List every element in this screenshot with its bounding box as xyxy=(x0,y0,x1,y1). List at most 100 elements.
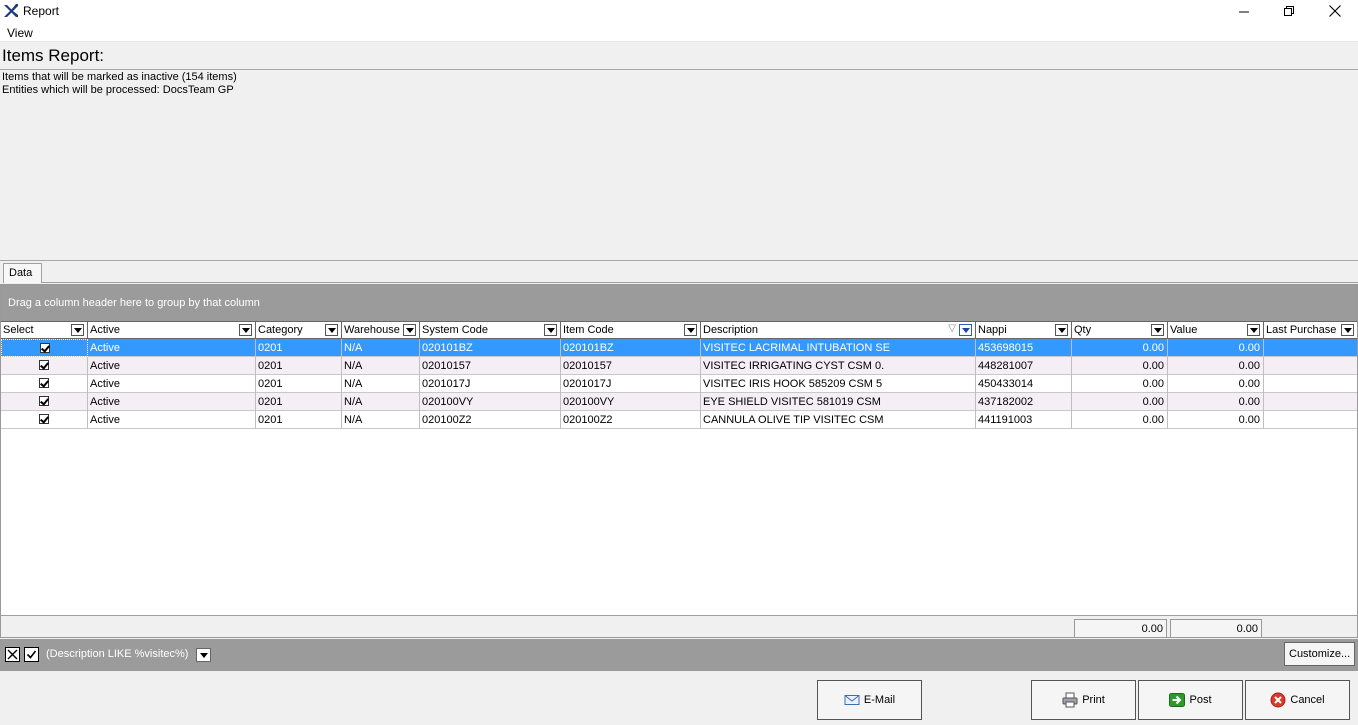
cancel-button-label: Cancel xyxy=(1290,694,1325,706)
table-row[interactable]: Active 0201 N/A 02010157 02010157 VISITE… xyxy=(1,357,1357,375)
column-header-category[interactable]: Category xyxy=(256,322,342,338)
cell-value: 0.00 xyxy=(1168,393,1264,411)
cell-nappi: 453698015 xyxy=(976,339,1072,357)
filter-dropdown-icon[interactable] xyxy=(1247,324,1260,336)
select-checkbox[interactable] xyxy=(1,411,88,429)
filter-expression[interactable]: (Description LIKE %visitec%) xyxy=(46,648,188,660)
cell-value: 0.00 xyxy=(1168,411,1264,429)
title-bar: Report xyxy=(0,0,1358,24)
filter-dropdown-icon[interactable] xyxy=(239,324,252,336)
window-title: Report xyxy=(23,4,60,18)
qty-total: 0.00 xyxy=(1074,619,1167,638)
restore-icon xyxy=(1283,5,1294,16)
select-checkbox[interactable] xyxy=(1,339,88,357)
report-title: Items Report: xyxy=(2,46,105,65)
cell-item-code: 0201017J xyxy=(561,375,701,393)
filter-bar: (Description LIKE %visitec%) Customize..… xyxy=(0,639,1358,671)
checkbox-checked-icon[interactable] xyxy=(39,396,49,406)
column-header-item-code[interactable]: Item Code xyxy=(561,322,701,338)
cell-system-code: 020101BZ xyxy=(420,339,561,357)
checkbox-checked-icon[interactable] xyxy=(39,414,49,424)
cell-qty: 0.00 xyxy=(1072,393,1168,411)
cell-warehouse: N/A xyxy=(342,357,420,375)
filter-dropdown-icon[interactable] xyxy=(1055,324,1068,336)
select-checkbox[interactable] xyxy=(1,393,88,411)
cell-qty: 0.00 xyxy=(1072,339,1168,357)
column-header-system-code[interactable]: System Code xyxy=(420,322,561,338)
filter-dropdown-icon[interactable] xyxy=(325,324,338,336)
cancel-button[interactable]: Cancel xyxy=(1245,680,1350,720)
filter-dropdown-icon[interactable] xyxy=(959,324,972,336)
customize-button[interactable]: Customize... xyxy=(1284,642,1355,666)
cell-active: Active xyxy=(88,339,256,357)
cell-qty: 0.00 xyxy=(1072,375,1168,393)
print-button-label: Print xyxy=(1082,694,1105,706)
column-header-last-purchase[interactable]: Last Purchase xyxy=(1264,322,1357,338)
filter-dropdown-icon[interactable] xyxy=(71,324,84,336)
cell-description: EYE SHIELD VISITEC 581019 CSM xyxy=(701,393,976,411)
data-grid: Drag a column header here to group by th… xyxy=(0,284,1358,638)
select-checkbox[interactable] xyxy=(1,375,88,393)
close-icon xyxy=(7,649,18,660)
value-total: 0.00 xyxy=(1170,619,1262,638)
cell-description: VISITEC LACRIMAL INTUBATION SE xyxy=(701,339,976,357)
tab-data[interactable]: Data xyxy=(3,263,42,283)
print-button[interactable]: Print xyxy=(1031,680,1136,720)
column-header-nappi[interactable]: Nappi xyxy=(976,322,1072,338)
checkbox-checked-icon[interactable] xyxy=(39,343,50,353)
cell-item-code: 02010157 xyxy=(561,357,701,375)
filter-dropdown-icon[interactable] xyxy=(1151,324,1164,336)
filter-enabled-checkbox[interactable] xyxy=(24,647,39,662)
table-row[interactable]: Active 0201 N/A 020100VY 020100VY EYE SH… xyxy=(1,393,1357,411)
table-row[interactable]: Active 0201 N/A 020100Z2 020100Z2 CANNUL… xyxy=(1,411,1357,429)
group-by-panel[interactable]: Drag a column header here to group by th… xyxy=(1,285,1357,321)
envelope-icon xyxy=(844,695,860,705)
report-info-items: Items that will be marked as inactive (1… xyxy=(2,71,237,83)
close-window-button[interactable] xyxy=(1312,0,1358,22)
checkbox-checked-icon[interactable] xyxy=(39,360,49,370)
column-header-warehouse[interactable]: Warehouse xyxy=(342,322,420,338)
checkbox-checked-icon[interactable] xyxy=(39,378,49,388)
post-arrow-icon xyxy=(1169,693,1186,707)
clear-filter-button[interactable] xyxy=(5,647,20,662)
column-header-qty[interactable]: Qty xyxy=(1072,322,1168,338)
divider xyxy=(0,69,1358,70)
cell-system-code: 020100Z2 xyxy=(420,411,561,429)
grid-footer: 0.00 0.00 xyxy=(1,615,1357,638)
column-header-description[interactable]: Description ▽ xyxy=(701,322,976,338)
cell-qty: 0.00 xyxy=(1072,357,1168,375)
cell-nappi: 450433014 xyxy=(976,375,1072,393)
email-button[interactable]: E-Mail xyxy=(817,680,922,720)
post-button[interactable]: Post xyxy=(1138,680,1243,720)
app-icon xyxy=(4,4,18,17)
minimize-button[interactable] xyxy=(1221,0,1267,22)
cell-active: Active xyxy=(88,357,256,375)
select-checkbox[interactable] xyxy=(1,357,88,375)
post-button-label: Post xyxy=(1189,694,1212,706)
table-row[interactable]: Active 0201 N/A 020101BZ 020101BZ VISITE… xyxy=(1,339,1357,357)
cell-nappi: 441191003 xyxy=(976,411,1072,429)
cell-nappi: 437182002 xyxy=(976,393,1072,411)
printer-icon xyxy=(1062,692,1078,708)
grid-rows: Active 0201 N/A 020101BZ 020101BZ VISITE… xyxy=(1,339,1357,429)
filter-dropdown-icon[interactable] xyxy=(1341,324,1354,336)
menu-bar: View xyxy=(0,24,1358,42)
cell-description: VISITEC IRRIGATING CYST CSM 0. xyxy=(701,357,976,375)
report-info-entities: Entities which will be processed: DocsTe… xyxy=(2,84,234,96)
cell-warehouse: N/A xyxy=(342,339,420,357)
column-header-active[interactable]: Active xyxy=(88,322,256,338)
table-row[interactable]: Active 0201 N/A 0201017J 0201017J VISITE… xyxy=(1,375,1357,393)
cell-item-code: 020100VY xyxy=(561,393,701,411)
filter-dropdown-icon[interactable] xyxy=(544,324,557,336)
filter-history-dropdown[interactable] xyxy=(196,648,211,662)
grid-header: Select Active Category Warehouse System … xyxy=(1,321,1357,339)
cell-system-code: 02010157 xyxy=(420,357,561,375)
filter-dropdown-icon[interactable] xyxy=(684,324,697,336)
menu-view[interactable]: View xyxy=(7,26,33,40)
email-button-label: E-Mail xyxy=(863,694,896,706)
column-header-value[interactable]: Value xyxy=(1168,322,1264,338)
column-header-select[interactable]: Select xyxy=(1,322,88,338)
filter-dropdown-icon[interactable] xyxy=(403,324,416,336)
cell-item-code: 020101BZ xyxy=(561,339,701,357)
restore-button[interactable] xyxy=(1266,0,1312,22)
